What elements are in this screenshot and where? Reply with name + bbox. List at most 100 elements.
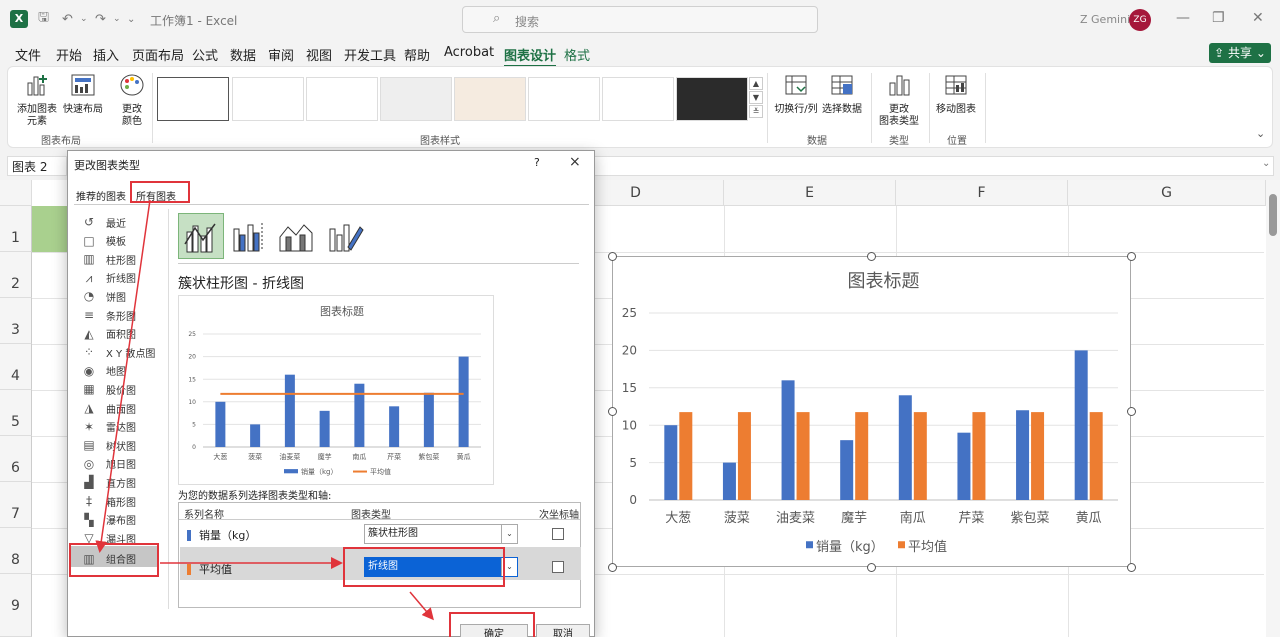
avatar[interactable]: ZG [1129,9,1151,31]
resize-handle[interactable] [1127,563,1136,572]
expand-formula-icon[interactable]: ⌄ [1262,158,1270,169]
move-chart-button[interactable]: 移动图表 [934,73,978,116]
gallery-more-icon[interactable]: ≚ [749,105,763,118]
select-data-button[interactable]: 选择数据 [820,73,864,116]
category-item[interactable]: ‡ 箱形图 [82,492,136,510]
menu-file[interactable]: 文件 [15,45,41,64]
row-header-5[interactable]: 5 [0,390,32,436]
series-type-select-sales[interactable]: 簇状柱形图 ⌄ [364,524,518,544]
menu-chart-design[interactable]: 图表设计 [504,45,557,67]
category-item[interactable]: ≡ 条形图 [82,306,136,324]
category-item[interactable]: ◎ 旭日图 [82,455,136,473]
formula-input[interactable] [594,156,1274,176]
chart-object[interactable]: 图表标题 0 5 10 15 20 25 大葱 菠菜 油麦菜 魔芋 南瓜 芹菜 紫包菜 黄瓜 销量（kg） 平均… [612,256,1131,567]
menu-view[interactable]: 视图 [306,45,332,64]
menu-format[interactable]: 格式 [564,45,590,64]
row-header-8[interactable]: 8 [0,528,32,574]
row-header-7[interactable]: 7 [0,482,32,528]
chart-style-8[interactable] [676,77,748,121]
chevron-down-icon[interactable]: ⌄ [501,525,517,543]
category-item[interactable]: ✶ 雷达图 [82,418,136,436]
close-icon[interactable]: ✕ [1252,10,1264,26]
menu-developer[interactable]: 开发工具 [344,45,396,64]
secondary-axis-checkbox-sales[interactable] [552,528,564,540]
category-item[interactable]: ◭ 面积图 [82,325,136,343]
user-name[interactable]: Z Gemini [1080,13,1130,26]
category-item[interactable]: ▚ 瀑布图 [82,511,136,529]
share-button[interactable]: ⇪ 共享 ⌄ [1209,43,1271,63]
resize-handle[interactable] [608,563,617,572]
row-header-1[interactable]: 1 [0,206,32,252]
help-icon[interactable]: ? [534,156,540,169]
category-item[interactable]: ⁘ X Y 散点图 [82,343,155,361]
column-header-e[interactable]: E [724,180,896,206]
row-header-6[interactable]: 6 [0,436,32,482]
category-item[interactable]: ◮ 曲面图 [82,399,136,417]
column-header-g[interactable]: G [1068,180,1266,206]
customize-qat-icon[interactable]: ⌄ [127,10,135,28]
category-item[interactable]: ▤ 树状图 [82,436,136,454]
gallery-up-icon[interactable]: ▲ [749,77,763,90]
change-chart-type-button[interactable]: 更改 图表类型 [876,73,922,128]
menu-acrobat[interactable]: Acrobat [444,45,494,60]
dialog-close-icon[interactable]: × [569,154,581,170]
redo-icon[interactable]: ↷ [95,10,106,28]
redo-dropdown-icon[interactable]: ⌄ [113,10,121,28]
name-box[interactable]: 图表 2 [7,156,67,176]
tab-recommended-charts[interactable]: 推荐的图表 [76,188,126,203]
chart-style-7[interactable] [602,77,674,121]
chart-style-3[interactable] [306,77,378,121]
category-item[interactable]: ▦ 股价图 [82,380,136,398]
undo-icon[interactable]: ↶ [62,10,73,28]
chart-style-4[interactable] [380,77,452,121]
category-item[interactable]: ◔ 饼图 [82,287,126,305]
category-item[interactable]: ⩘ 折线图 [82,269,136,287]
chart-style-6[interactable] [528,77,600,121]
save-icon[interactable]: 🖫 [38,10,49,28]
column-header-f[interactable]: F [896,180,1068,206]
resize-handle[interactable] [867,563,876,572]
add-chart-element-button[interactable]: 添加图表 元素 [14,73,60,128]
minimize-icon[interactable]: — [1176,10,1190,26]
subtype-clustered-column-line[interactable] [178,213,224,259]
resize-handle[interactable] [1127,407,1136,416]
row-header-2[interactable]: 2 [0,252,32,298]
gallery-down-icon[interactable]: ▼ [749,91,763,104]
category-item[interactable]: □ 模板 [82,232,126,250]
category-item[interactable]: ↺ 最近 [82,213,126,231]
subtype-stacked-area-column[interactable] [274,213,320,259]
subtype-column-line-secondary[interactable] [226,213,272,259]
search-box[interactable]: ⌕ 搜索 [462,6,818,33]
cancel-button[interactable]: 取消 [536,624,590,637]
menu-data[interactable]: 数据 [230,45,256,64]
menu-home[interactable]: 开始 [56,45,82,64]
chart-style-1[interactable] [157,77,229,121]
menu-insert[interactable]: 插入 [93,45,119,64]
undo-dropdown-icon[interactable]: ⌄ [80,10,88,28]
category-item[interactable]: ◉ 地图 [82,362,126,380]
category-item[interactable]: ▥ 柱形图 [82,250,136,268]
resize-handle[interactable] [1127,252,1136,261]
menu-page-layout[interactable]: 页面布局 [132,45,184,64]
restore-icon[interactable]: ❐ [1212,10,1225,26]
subtype-custom-combo[interactable] [322,213,368,259]
category-item[interactable]: ▟ 直方图 [82,473,136,491]
secondary-axis-checkbox-average[interactable] [552,561,564,573]
chart-style-2[interactable] [232,77,304,121]
menu-help[interactable]: 帮助 [404,45,430,64]
vertical-scrollbar[interactable] [1266,180,1280,637]
chart-style-5[interactable] [454,77,526,121]
switch-row-column-button[interactable]: 切换行/列 [772,73,820,116]
resize-handle[interactable] [608,252,617,261]
collapse-ribbon-icon[interactable]: ⌄ [1256,127,1265,140]
resize-handle[interactable] [608,407,617,416]
scrollbar-thumb[interactable] [1269,194,1277,236]
resize-handle[interactable] [867,252,876,261]
select-all-corner[interactable] [0,180,32,206]
change-colors-button[interactable]: 更改 颜色 [112,73,152,128]
row-header-4[interactable]: 4 [0,344,32,390]
row-header-3[interactable]: 3 [0,298,32,344]
menu-review[interactable]: 审阅 [268,45,294,64]
quick-layout-button[interactable]: 快速布局 [60,73,106,116]
row-header-9[interactable]: 9 [0,574,32,637]
